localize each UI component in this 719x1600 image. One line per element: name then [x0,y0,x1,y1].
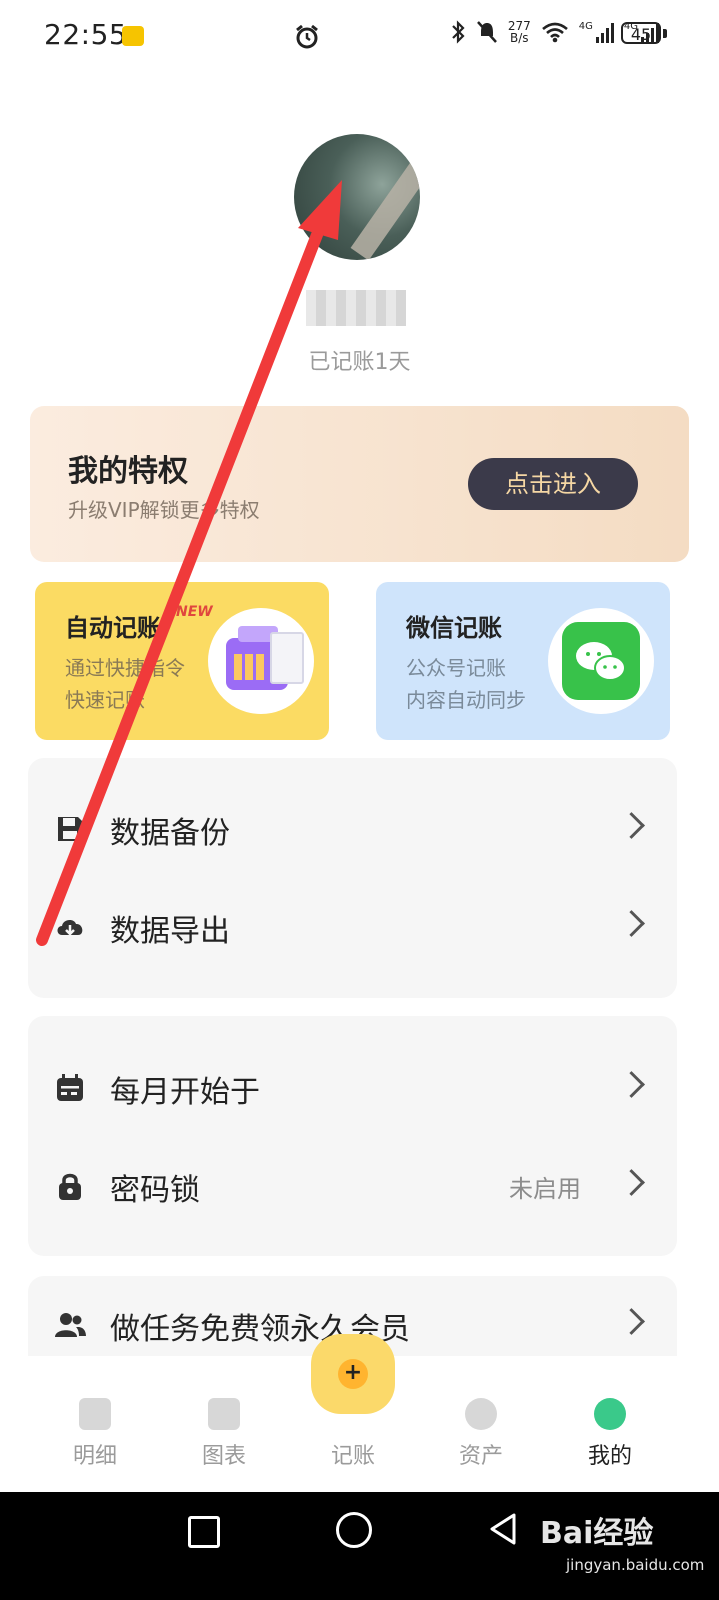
mine-icon [594,1398,626,1430]
wechat-icon [548,608,654,714]
add-record-button[interactable]: + [311,1334,395,1414]
recent-apps-button[interactable] [188,1516,220,1548]
menu-item-backup[interactable]: 数据备份 [28,780,677,878]
chevron-right-icon [618,1308,645,1335]
wifi-icon [541,22,568,43]
alarm-icon [296,24,318,49]
privilege-title: 我的特权 [68,454,188,489]
battery-tip [663,29,667,38]
auto-record-desc: 通过快捷指令 快速记账 [65,656,185,712]
tab-assets[interactable]: 资产 [426,1398,536,1470]
avatar[interactable] [294,134,420,260]
tab-detail[interactable]: 明细 [40,1398,150,1470]
chevron-right-icon [618,1169,645,1196]
chevron-right-icon [618,910,645,937]
chevron-right-icon [618,812,645,839]
watermark-logo: Bai经验 [540,1516,654,1551]
enter-button[interactable]: 点击进入 [468,458,638,510]
chevron-right-icon [618,1071,645,1098]
new-badge: NEW [176,604,213,620]
calendar-icon [57,1074,83,1101]
privilege-subtitle: 升级VIP解锁更多特权 [68,498,260,522]
menu-item-month-start[interactable]: 每月开始于 [28,1039,677,1137]
status-time: 22:55 [44,18,128,51]
signal-icon-1: 4G [579,21,614,43]
tab-mine[interactable]: 我的 [555,1398,665,1470]
username-blurred [306,290,406,326]
tab-chart[interactable]: 图表 [169,1398,279,1470]
menu-item-password-lock[interactable]: 密码锁 未启用 [28,1137,677,1235]
watermark-url: jingyan.baidu.com [566,1556,705,1574]
lock-icon [59,1173,81,1200]
plus-icon: + [338,1359,368,1389]
mute-icon [476,21,497,43]
piggy-bank-icon [465,1398,497,1430]
back-button[interactable] [488,1512,518,1546]
cloud-download-icon [57,920,83,936]
detail-icon [79,1398,111,1430]
cash-register-icon [208,608,314,714]
home-button[interactable] [336,1512,372,1548]
wechat-record-desc: 公众号记账 内容自动同步 [406,656,526,712]
battery-icon: 45 [621,22,661,44]
app-notification-icon [122,26,144,46]
users-icon [55,1313,86,1337]
bluetooth-icon [452,20,465,44]
net-speed: 277 B/s [507,19,531,45]
save-icon [58,817,83,841]
chart-icon [208,1398,240,1430]
password-lock-status: 未启用 [509,1175,581,1203]
wechat-record-title: 微信记账 [406,614,502,642]
auto-record-title: 自动记账 [65,614,161,642]
menu-item-export[interactable]: 数据导出 [28,878,677,976]
record-days: 已记账1天 [308,350,411,375]
